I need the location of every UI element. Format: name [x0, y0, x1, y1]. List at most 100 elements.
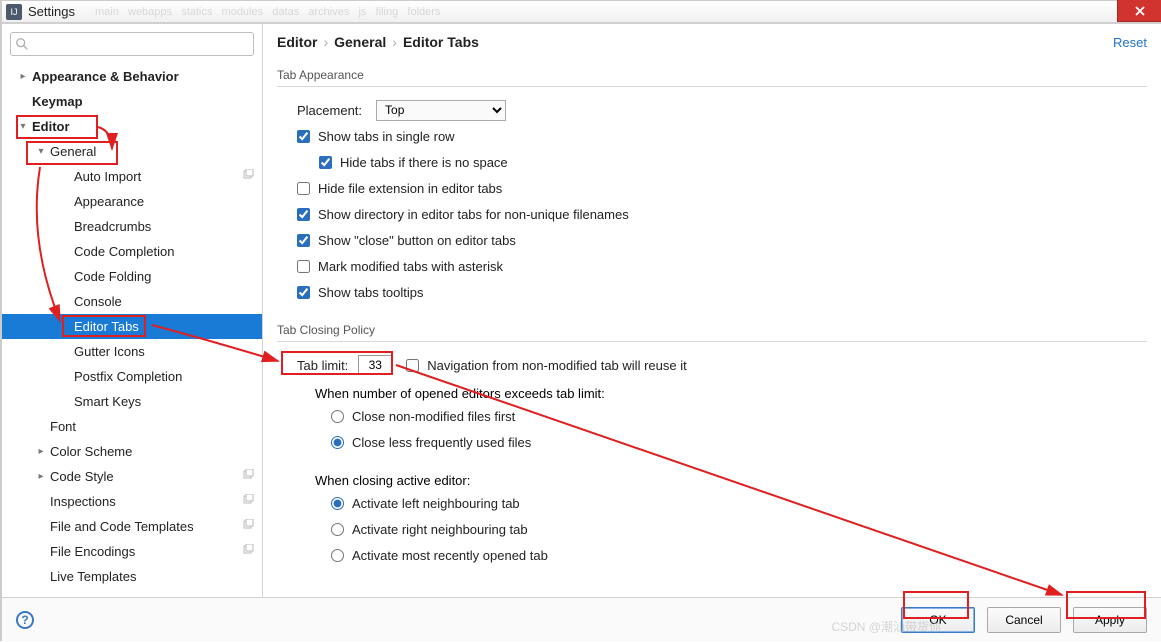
- close-icon: [1135, 6, 1145, 16]
- crumb-editor[interactable]: Editor: [277, 34, 317, 50]
- sidebar-item-code-style[interactable]: Code Style: [2, 464, 262, 489]
- close-non-modified-label: Close non-modified files first: [352, 409, 515, 424]
- sidebar-item-label: Code Style: [50, 469, 242, 484]
- sidebar-item-label: Editor Tabs: [74, 319, 254, 334]
- dialog-footer: ? OK Cancel Apply: [2, 597, 1161, 641]
- sidebar-item-label: Auto Import: [74, 169, 242, 184]
- copy-profile-icon: [242, 169, 254, 184]
- copy-profile-icon: [242, 469, 254, 484]
- close-lfu-label: Close less frequently used files: [352, 435, 531, 450]
- chevron-right-icon: ›: [323, 34, 328, 50]
- app-icon: IJ: [6, 4, 22, 20]
- ok-button[interactable]: OK: [901, 607, 975, 633]
- show-close-label: Show "close" button on editor tabs: [318, 233, 516, 248]
- sidebar-item-label: File and Code Templates: [50, 519, 242, 534]
- close-lfu-radio[interactable]: [331, 436, 344, 449]
- close-non-modified-radio[interactable]: [331, 410, 344, 423]
- settings-tree: Appearance & Behavior Keymap Editor General…: [2, 64, 262, 597]
- sidebar-item-label: Appearance & Behavior: [32, 69, 254, 84]
- sidebar-item-label: Editor: [32, 119, 254, 134]
- sidebar-item-appearance-behavior[interactable]: Appearance & Behavior: [2, 64, 262, 89]
- activate-left-radio[interactable]: [331, 497, 344, 510]
- crumb-editor-tabs: Editor Tabs: [403, 34, 479, 50]
- sidebar-item-label: Smart Keys: [74, 394, 254, 409]
- sidebar-item-file-and-code-templates[interactable]: File and Code Templates: [2, 514, 262, 539]
- window-title: Settings: [28, 4, 75, 19]
- crumb-general[interactable]: General: [334, 34, 386, 50]
- reset-link[interactable]: Reset: [1113, 35, 1147, 50]
- hide-no-space-checkbox[interactable]: [319, 156, 332, 169]
- caret-icon: [14, 121, 32, 132]
- sidebar-item-label: Keymap: [32, 94, 254, 109]
- tab-limit-input[interactable]: [358, 355, 392, 375]
- sidebar-item-editor-tabs[interactable]: Editor Tabs: [2, 314, 262, 339]
- sidebar-item-console[interactable]: Console: [2, 289, 262, 314]
- placement-select[interactable]: Top: [376, 100, 506, 121]
- activate-right-radio[interactable]: [331, 523, 344, 536]
- caret-icon: [32, 146, 50, 157]
- sidebar-item-breadcrumbs[interactable]: Breadcrumbs: [2, 214, 262, 239]
- single-row-label: Show tabs in single row: [318, 129, 455, 144]
- search-icon: [15, 37, 29, 51]
- sidebar-item-editor[interactable]: Editor: [2, 114, 262, 139]
- sidebar-item-smart-keys[interactable]: Smart Keys: [2, 389, 262, 414]
- tab-limit-label: Tab limit:: [297, 358, 348, 373]
- show-dir-label: Show directory in editor tabs for non-un…: [318, 207, 629, 222]
- sidebar-item-color-scheme[interactable]: Color Scheme: [2, 439, 262, 464]
- activate-right-label: Activate right neighbouring tab: [352, 522, 528, 537]
- sidebar-item-keymap[interactable]: Keymap: [2, 89, 262, 114]
- hide-no-space-label: Hide tabs if there is no space: [340, 155, 508, 170]
- mark-asterisk-checkbox[interactable]: [297, 260, 310, 273]
- sidebar-item-auto-import[interactable]: Auto Import: [2, 164, 262, 189]
- sidebar-item-postfix-completion[interactable]: Postfix Completion: [2, 364, 262, 389]
- sidebar-item-live-templates[interactable]: Live Templates: [2, 564, 262, 589]
- sidebar-item-label: Console: [74, 294, 254, 309]
- activate-recent-label: Activate most recently opened tab: [352, 548, 548, 563]
- breadcrumb: Editor › General › Editor Tabs Reset: [263, 24, 1161, 56]
- search-input[interactable]: [31, 37, 249, 51]
- show-close-checkbox[interactable]: [297, 234, 310, 247]
- search-box[interactable]: [10, 32, 254, 56]
- titlebar: IJ Settings main webapps statics modules…: [2, 1, 1161, 23]
- sidebar-item-code-completion[interactable]: Code Completion: [2, 239, 262, 264]
- help-button[interactable]: ?: [16, 611, 34, 629]
- apply-button[interactable]: Apply: [1073, 607, 1147, 633]
- sidebar-item-label: Inspections: [50, 494, 242, 509]
- caret-icon: [14, 71, 32, 82]
- single-row-checkbox[interactable]: [297, 130, 310, 143]
- nav-reuse-checkbox[interactable]: [406, 359, 419, 372]
- sidebar-item-label: Code Folding: [74, 269, 254, 284]
- hide-ext-label: Hide file extension in editor tabs: [318, 181, 502, 196]
- show-dir-checkbox[interactable]: [297, 208, 310, 221]
- caret-icon: [32, 446, 50, 457]
- sidebar-item-code-folding[interactable]: Code Folding: [2, 264, 262, 289]
- cancel-button[interactable]: Cancel: [987, 607, 1061, 633]
- background-tabs: main webapps statics modules datas archi…: [75, 6, 1161, 18]
- activate-recent-radio[interactable]: [331, 549, 344, 562]
- sidebar-item-font[interactable]: Font: [2, 414, 262, 439]
- copy-profile-icon: [242, 494, 254, 509]
- sidebar-item-appearance[interactable]: Appearance: [2, 189, 262, 214]
- sidebar-item-label: File Encodings: [50, 544, 242, 559]
- sidebar-item-inspections[interactable]: Inspections: [2, 489, 262, 514]
- sidebar-item-label: Gutter Icons: [74, 344, 254, 359]
- close-button[interactable]: [1117, 0, 1161, 22]
- settings-panel: Tab Appearance Placement: Top Show tabs …: [263, 56, 1161, 597]
- section-tab-appearance: Tab Appearance: [277, 62, 1147, 87]
- sidebar-item-label: Color Scheme: [50, 444, 254, 459]
- sidebar-item-label: Code Completion: [74, 244, 254, 259]
- activate-left-label: Activate left neighbouring tab: [352, 496, 520, 511]
- sidebar-item-label: Breadcrumbs: [74, 219, 254, 234]
- sidebar-item-general[interactable]: General: [2, 139, 262, 164]
- exceed-heading: When number of opened editors exceeds ta…: [297, 378, 1147, 403]
- sidebar-item-label: Postfix Completion: [74, 369, 254, 384]
- sidebar-item-gutter-icons[interactable]: Gutter Icons: [2, 339, 262, 364]
- tooltips-checkbox[interactable]: [297, 286, 310, 299]
- sidebar-item-label: Font: [50, 419, 254, 434]
- caret-icon: [32, 471, 50, 482]
- sidebar-item-label: Appearance: [74, 194, 254, 209]
- hide-ext-checkbox[interactable]: [297, 182, 310, 195]
- sidebar-item-label: Live Templates: [50, 569, 254, 584]
- sidebar-item-file-encodings[interactable]: File Encodings: [2, 539, 262, 564]
- active-heading: When closing active editor:: [297, 455, 1147, 490]
